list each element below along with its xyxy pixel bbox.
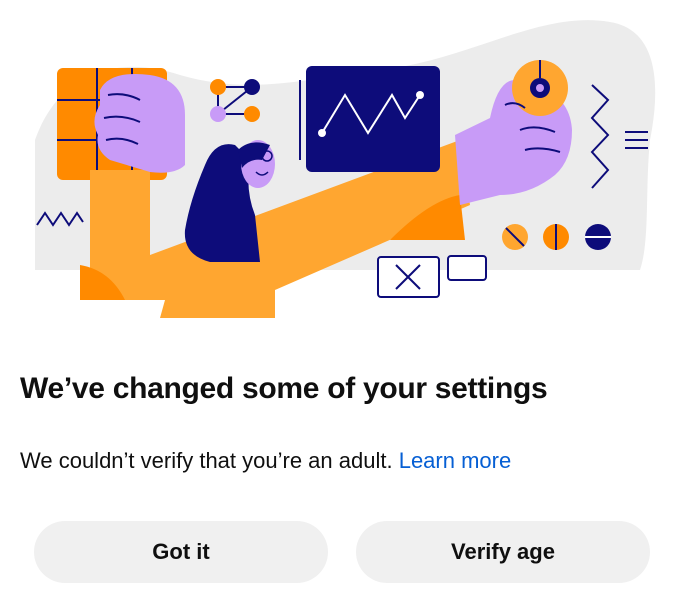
dialog-title: We’ve changed some of your settings — [20, 372, 548, 405]
checkbox-boxes-icon — [377, 255, 487, 298]
got-it-button[interactable]: Got it — [34, 521, 328, 583]
chart-screen-icon — [299, 66, 440, 172]
left-hand-icon — [94, 74, 185, 173]
dialog-message: We couldn’t verify that you’re an adult. — [20, 448, 393, 473]
toggle-circles-icon — [502, 224, 611, 250]
dialog-message-row: We couldn’t verify that you’re an adult.… — [20, 448, 511, 474]
verify-age-button[interactable]: Verify age — [356, 521, 650, 583]
settings-changed-dialog: We’ve changed some of your settings We c… — [0, 0, 687, 603]
learn-more-link[interactable]: Learn more — [399, 448, 512, 473]
settings-illustration-icon — [35, 20, 656, 318]
dial-icon — [512, 60, 568, 116]
